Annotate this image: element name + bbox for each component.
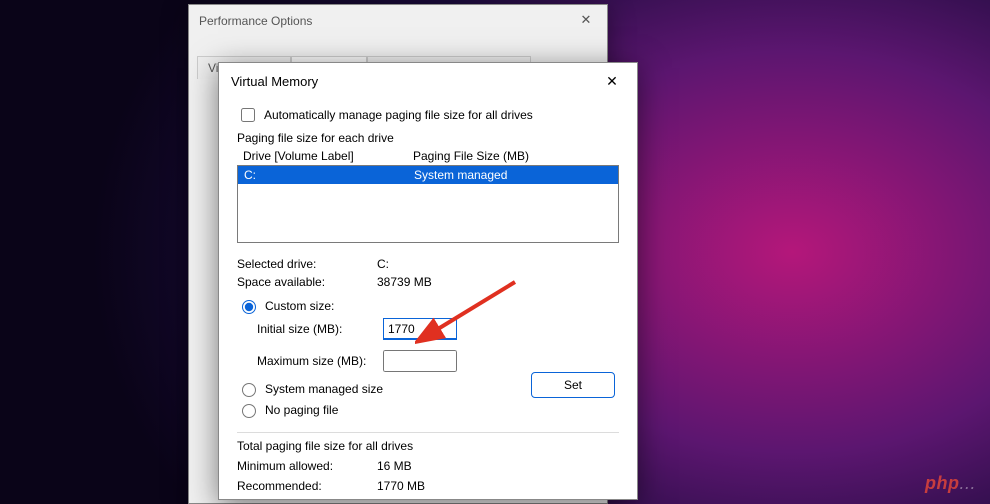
totals-section-label: Total paging file size for all drives — [237, 432, 619, 453]
system-managed-radio[interactable] — [242, 383, 256, 397]
selected-drive-label: Selected drive: — [237, 257, 377, 271]
min-allowed-value: 16 MB — [377, 459, 619, 473]
virtual-memory-dialog: Virtual Memory ✕ Automatically manage pa… — [218, 62, 638, 500]
custom-size-label: Custom size: — [265, 299, 334, 313]
parent-close-icon[interactable]: ✕ — [571, 9, 601, 31]
auto-manage-checkbox[interactable] — [241, 108, 255, 122]
watermark-brand: php — [925, 473, 960, 493]
set-button[interactable]: Set — [531, 372, 615, 398]
custom-size-radio[interactable] — [242, 300, 256, 314]
drive-list-header: Drive [Volume Label] Paging File Size (M… — [237, 147, 619, 165]
space-available-label: Space available: — [237, 275, 377, 289]
auto-manage-label: Automatically manage paging file size fo… — [264, 108, 533, 122]
initial-size-input[interactable] — [383, 318, 457, 340]
maximum-size-label: Maximum size (MB): — [257, 354, 373, 368]
maximum-size-input[interactable] — [383, 350, 457, 372]
close-icon[interactable]: ✕ — [595, 69, 629, 93]
min-allowed-label: Minimum allowed: — [237, 459, 377, 473]
drive-listbox[interactable]: C: System managed — [237, 165, 619, 243]
recommended-value: 1770 MB — [377, 479, 619, 493]
no-paging-label: No paging file — [265, 403, 338, 417]
parent-title: Performance Options — [199, 14, 312, 28]
initial-size-label: Initial size (MB): — [257, 322, 373, 336]
drive-row-c[interactable]: C: System managed — [238, 166, 618, 184]
watermark: php... — [925, 473, 976, 494]
selected-drive-value: C: — [377, 257, 619, 271]
col-drive: Drive [Volume Label] — [243, 149, 413, 163]
vm-title: Virtual Memory — [231, 74, 318, 89]
recommended-label: Recommended: — [237, 479, 377, 493]
parent-titlebar: Performance Options ✕ — [189, 5, 607, 37]
system-managed-label: System managed size — [265, 382, 383, 396]
vm-titlebar: Virtual Memory ✕ — [219, 63, 637, 99]
paging-section-label: Paging file size for each drive — [237, 131, 619, 145]
no-paging-radio[interactable] — [242, 404, 256, 418]
drive-status: System managed — [414, 166, 507, 184]
drive-letter: C: — [244, 166, 414, 184]
space-available-value: 38739 MB — [377, 275, 619, 289]
col-size: Paging File Size (MB) — [413, 149, 529, 163]
